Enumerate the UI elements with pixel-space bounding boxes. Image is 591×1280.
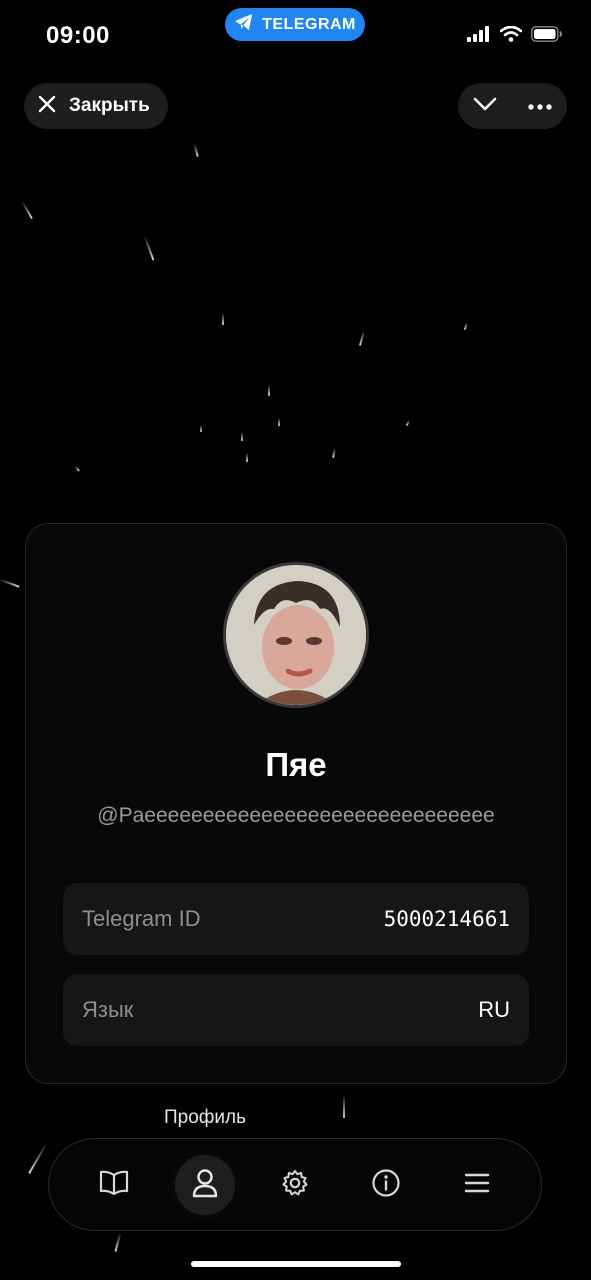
bottom-nav xyxy=(48,1138,542,1231)
avatar xyxy=(223,562,369,708)
nav-item-menu[interactable] xyxy=(447,1155,507,1215)
chevron-down-icon[interactable] xyxy=(473,97,497,116)
telegram-id-label: Telegram ID xyxy=(82,906,201,931)
nav-item-book[interactable] xyxy=(84,1155,144,1215)
home-indicator[interactable] xyxy=(191,1261,401,1267)
app-controls xyxy=(458,83,567,129)
system-icons xyxy=(467,25,563,47)
telegram-id-value: 5000214661 xyxy=(383,907,510,931)
info-icon xyxy=(371,1168,401,1203)
status-bar: 09:00 TELEGRAM xyxy=(0,0,591,70)
gear-icon xyxy=(281,1169,309,1202)
language-row[interactable]: Язык RU xyxy=(63,974,529,1046)
telegram-pill-label: TELEGRAM xyxy=(262,15,356,33)
battery-icon xyxy=(531,26,563,47)
profile-icon xyxy=(192,1168,218,1203)
status-time: 09:00 xyxy=(46,22,110,49)
menu-icon xyxy=(464,1172,490,1199)
close-label: Закрыть xyxy=(69,95,150,116)
wifi-icon xyxy=(499,25,523,47)
language-label: Язык xyxy=(82,997,134,1022)
book-icon xyxy=(99,1170,129,1201)
nav-item-profile[interactable] xyxy=(175,1155,235,1215)
nav-tooltip: Профиль xyxy=(163,1107,247,1128)
telegram-plane-icon xyxy=(234,13,254,36)
telegram-id-row: Telegram ID 5000214661 xyxy=(63,883,529,955)
language-value: RU xyxy=(478,997,510,1022)
nav-item-settings[interactable] xyxy=(265,1155,325,1215)
close-button[interactable]: Закрыть xyxy=(24,83,168,129)
profile-card: Пяе @Paeeeeeeeeeeeeeeeeeeeeeeeeeeeeee Te… xyxy=(25,523,567,1084)
cellular-signal-icon xyxy=(467,26,491,47)
nav-item-info[interactable] xyxy=(356,1155,416,1215)
more-dots-icon[interactable] xyxy=(528,97,552,115)
profile-username: @Paeeeeeeeeeeeeeeeeeeeeeeeeeeeeee xyxy=(97,804,495,827)
close-icon xyxy=(37,94,57,119)
telegram-pill[interactable]: TELEGRAM xyxy=(225,8,365,41)
profile-name: Пяе xyxy=(265,746,327,783)
